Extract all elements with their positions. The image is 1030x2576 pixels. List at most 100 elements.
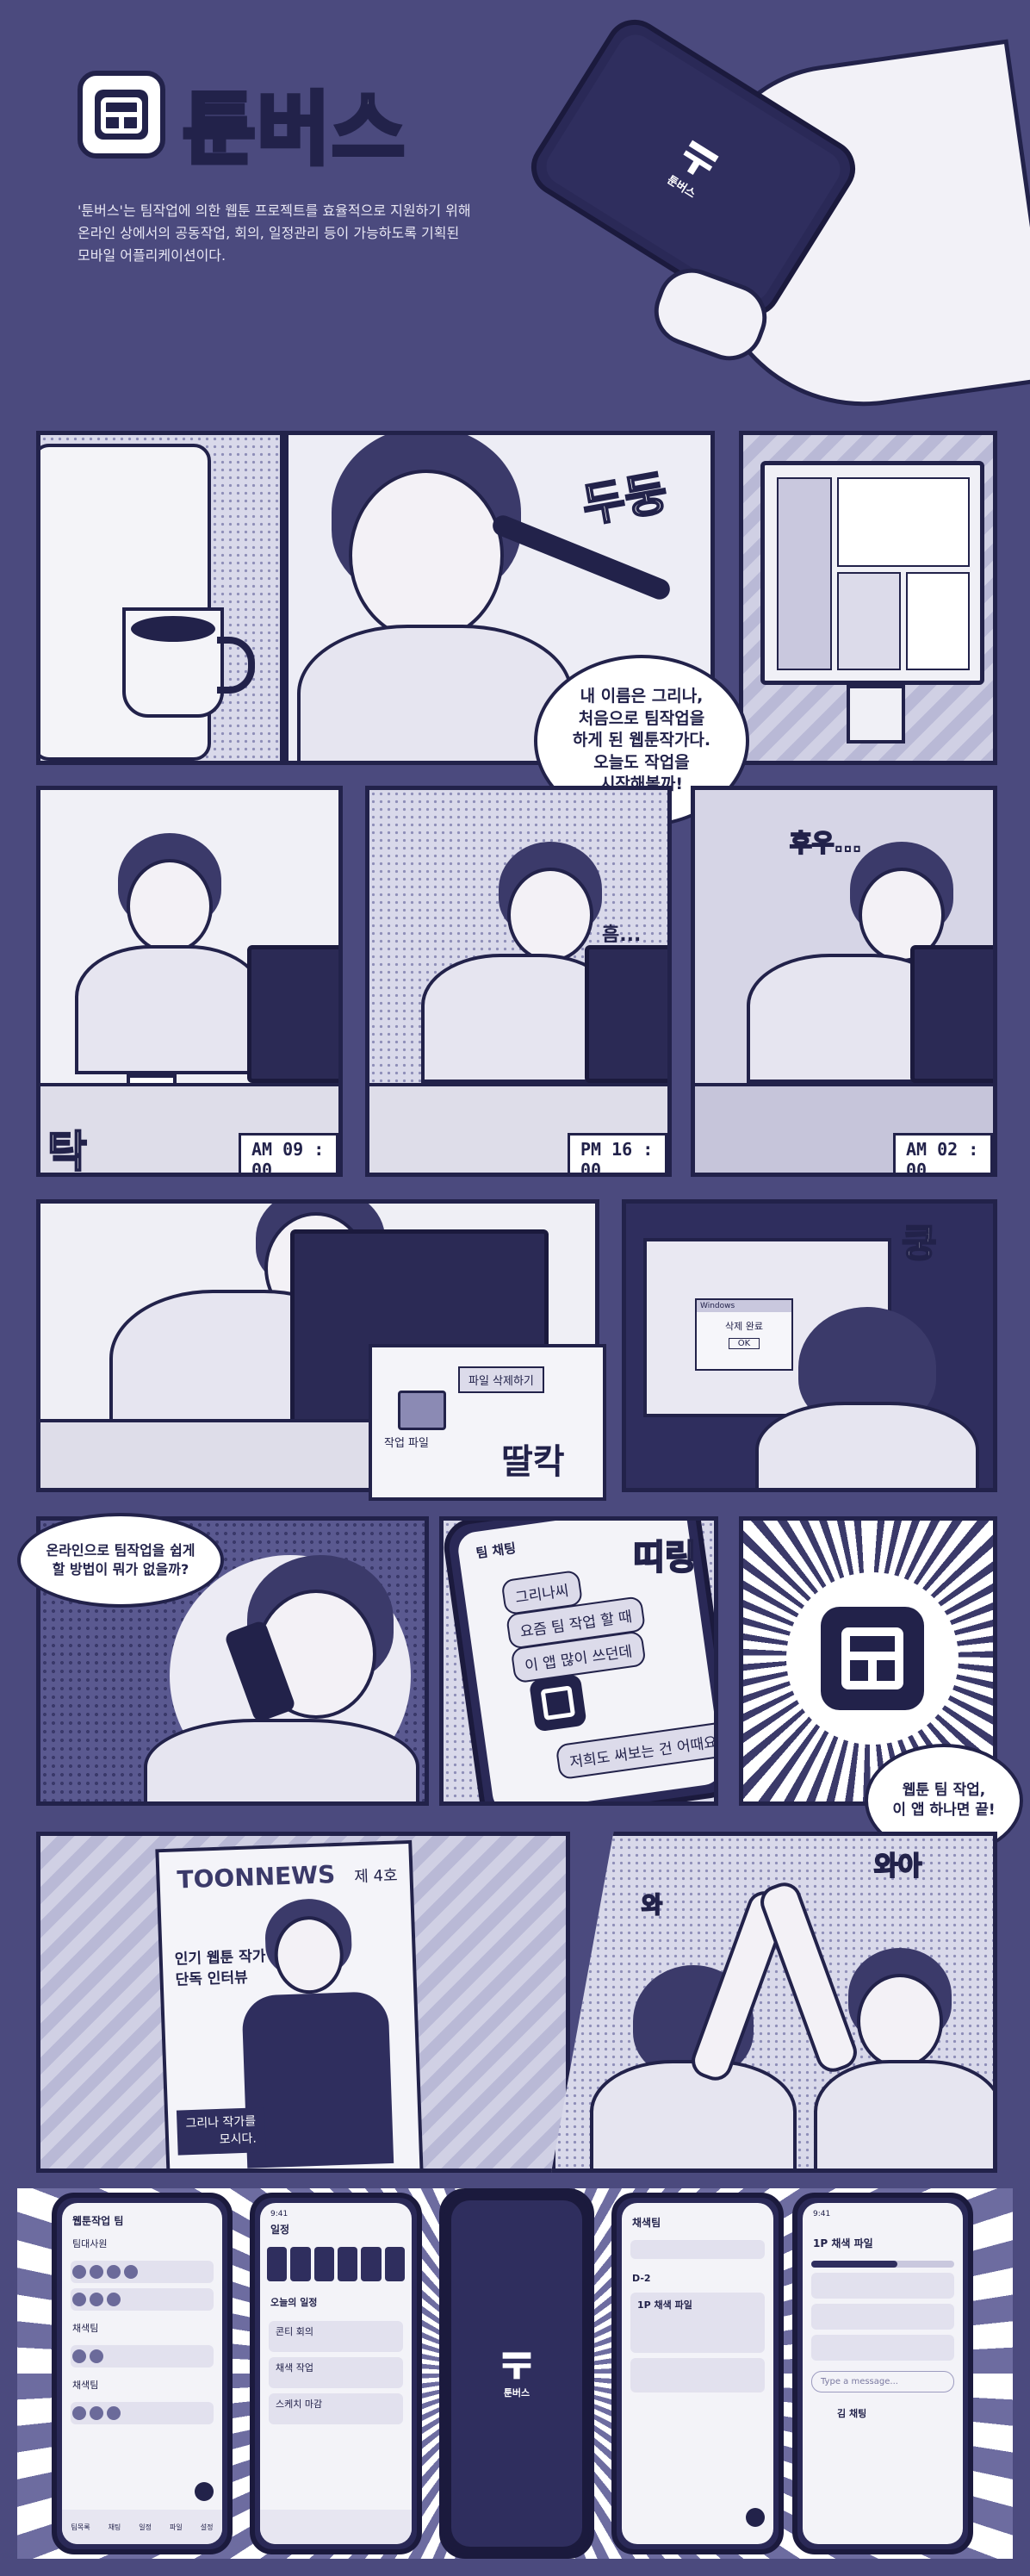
team-row[interactable] — [71, 2402, 214, 2424]
magazine-headline-2: 단독 인터뷰 — [175, 1969, 249, 1989]
brand-description: '툰버스'는 팀작업에 의한 웹툰 프로젝트를 효율적으로 지원하기 위해 온라… — [78, 200, 471, 267]
bottom-nav: 팀목록 채팅 일정 파일 설정 — [62, 2510, 222, 2544]
sfx-ding: 띠링 — [632, 1537, 698, 1578]
delete-menu-item[interactable]: 파일 삭제하기 — [458, 1366, 544, 1393]
notice-row[interactable] — [630, 2240, 765, 2259]
description-line-2: 온라인 상에서의 공동작업, 회의, 일정관리 등이 가능하도록 기획된 — [78, 225, 460, 241]
dday-label: D-2 — [632, 2273, 651, 2284]
chat-app-logo — [528, 1673, 587, 1733]
night-monitor — [910, 945, 993, 1083]
nav-team[interactable]: 팀목록 — [71, 2523, 90, 2532]
sfx-wa-1: 와아 — [873, 1851, 922, 1882]
team-section-3: 채색팀 — [72, 2380, 99, 2391]
panel-shocked: Windows 삭제 완료 OK 쿵 — [622, 1199, 997, 1492]
nav-schedule[interactable]: 일정 — [139, 2523, 152, 2532]
splash-logo: 툰버스 — [499, 2348, 534, 2399]
schedule-title: 일정 — [270, 2224, 290, 2236]
sfx-tak: 탁 — [47, 1126, 88, 1177]
team-row[interactable] — [71, 2261, 214, 2283]
schedule-item-label: 스케치 마감 — [276, 2399, 323, 2410]
detail-row — [811, 2273, 954, 2299]
schedule-item-label: 콘티 회의 — [276, 2326, 313, 2337]
greena-shirt — [814, 2060, 993, 2168]
panel-time-afternoon: 흠... PM 16 : 00 — [365, 786, 672, 1177]
stylus-pen — [489, 512, 673, 603]
toonverse-logo-icon — [95, 90, 148, 140]
team-row[interactable] — [71, 2345, 214, 2368]
fab-add-button[interactable] — [195, 2482, 214, 2501]
greena-face — [857, 1974, 943, 2069]
schedule-item[interactable]: 콘티 회의 — [269, 2321, 403, 2352]
artist-shirt — [297, 625, 573, 761]
morning-face — [127, 859, 213, 954]
schedule-subtitle: 오늘의 일정 — [270, 2297, 318, 2308]
fab-add-button[interactable] — [746, 2508, 765, 2527]
magazine-caption: 그리나 작가를 모시다. — [176, 2107, 266, 2156]
detail-row — [811, 2304, 954, 2330]
file-detail-screen: 9:41 1P 채색 파일 Type a message... 김 채팅 — [803, 2203, 963, 2544]
schedule-item-label: 채색 작업 — [276, 2362, 313, 2374]
greena-arm — [755, 1877, 862, 2077]
hero-phone-logo: 툰버스 — [662, 134, 725, 202]
file-detail-time: 9:41 — [813, 2210, 831, 2218]
sfx-scribble: 두둥 — [577, 464, 673, 534]
morning-shirt — [75, 945, 264, 1074]
panel-high-five: 와아 와 — [551, 1832, 997, 2173]
team-row[interactable] — [71, 2288, 214, 2311]
detail-row — [811, 2335, 954, 2361]
splash-logo-icon — [502, 2352, 531, 2380]
magazine-title: TOONNEWS — [177, 1860, 336, 1895]
team-list-title: 웹툰작업 팀 — [72, 2215, 124, 2227]
schedule-screen: 9:41 일정 오늘의 일정 콘티 회의 채색 작업 스케치 마감 — [260, 2203, 412, 2544]
bottom-nav — [260, 2510, 412, 2544]
time-box-night: AM 02 : 00 — [893, 1133, 993, 1173]
nav-settings[interactable]: 설정 — [201, 2523, 214, 2532]
sfx-huh: 후우... — [789, 828, 862, 858]
file-card[interactable]: 1P 채색 파일 — [630, 2293, 765, 2353]
app-screen-team-list: 웹툰작업 팀 팀대사원 채색팀 채색팀 팀목록 채팅 일정 파일 설정 — [52, 2193, 233, 2554]
nav-chat[interactable]: 채팅 — [109, 2523, 121, 2532]
folder-icon — [398, 1391, 446, 1430]
inset-context-menu: 파일 삭제하기 작업 파일 딸칵 — [369, 1344, 606, 1501]
app-screen-team-chat: 채색팀 D-2 1P 채색 파일 — [611, 2193, 784, 2554]
brand-logo — [78, 71, 165, 159]
magazine-cover: TOONNEWS 제 4호 인기 웹툰 작가 단독 인터뷰 그리나 작가를 모시… — [155, 1839, 424, 2168]
file-card-title: 1P 채색 파일 — [637, 2299, 692, 2311]
team-section-1: 팀대사원 — [72, 2238, 108, 2249]
schedule-item[interactable]: 채색 작업 — [269, 2357, 403, 2388]
monitor-stand — [847, 685, 905, 744]
schedule-time: 9:41 — [270, 2210, 289, 2218]
drawing-monitor — [760, 461, 984, 685]
sfx-click: 딸칵 — [501, 1442, 565, 1482]
artist-face — [349, 470, 504, 642]
sfx-wa-2: 와 — [641, 1892, 663, 1920]
team-list-screen: 웹툰작업 팀 팀대사원 채색팀 채색팀 팀목록 채팅 일정 파일 설정 — [62, 2203, 222, 2544]
time-box-morning: AM 09 : 00 — [239, 1133, 338, 1173]
team-chat-screen: 채색팀 D-2 1P 채색 파일 — [622, 2203, 773, 2544]
app-screen-schedule: 9:41 일정 오늘의 일정 콘티 회의 채색 작업 스케치 마감 — [250, 2193, 422, 2554]
file-label: 작업 파일 — [384, 1437, 429, 1450]
magazine-issue: 제 4호 — [353, 1866, 398, 1887]
panel-time-morning: AM 09 : 00 탁 — [36, 786, 343, 1177]
sfx-sigh: 흠... — [602, 924, 642, 946]
commenter-name: 김 채팅 — [837, 2408, 867, 2419]
brand-title: 툰버스 — [181, 82, 407, 178]
panel-monitor — [739, 431, 997, 765]
nav-files[interactable]: 파일 — [170, 2523, 183, 2532]
time-box-afternoon: PM 16 : 00 — [568, 1133, 667, 1173]
chat-row[interactable] — [630, 2358, 765, 2392]
team-section-2: 채색팀 — [72, 2323, 99, 2334]
message-input[interactable]: Type a message... — [811, 2371, 954, 2392]
schedule-item[interactable]: 스케치 마감 — [269, 2393, 403, 2424]
app-screen-splash: 툰버스 — [439, 2188, 594, 2559]
splash-brand: 툰버스 — [503, 2387, 531, 2399]
chat-message-4: 저희도 써보는 건 어때요 — [555, 1720, 714, 1781]
error-dialog-ok-button[interactable]: OK — [729, 1338, 760, 1349]
file-detail-title: 1P 채색 파일 — [813, 2237, 873, 2249]
app-screen-file-detail: 9:41 1P 채색 파일 Type a message... 김 채팅 — [792, 2193, 973, 2554]
description-line-1: '툰버스'는 팀작업에 의한 웹툰 프로젝트를 효율적으로 지원하기 위해 — [78, 202, 471, 219]
error-dialog-title: Windows — [697, 1300, 791, 1312]
afternoon-monitor — [585, 945, 667, 1083]
thinking-shirt — [144, 1719, 419, 1801]
magazine-caption-2: 모시다. — [219, 2131, 258, 2147]
